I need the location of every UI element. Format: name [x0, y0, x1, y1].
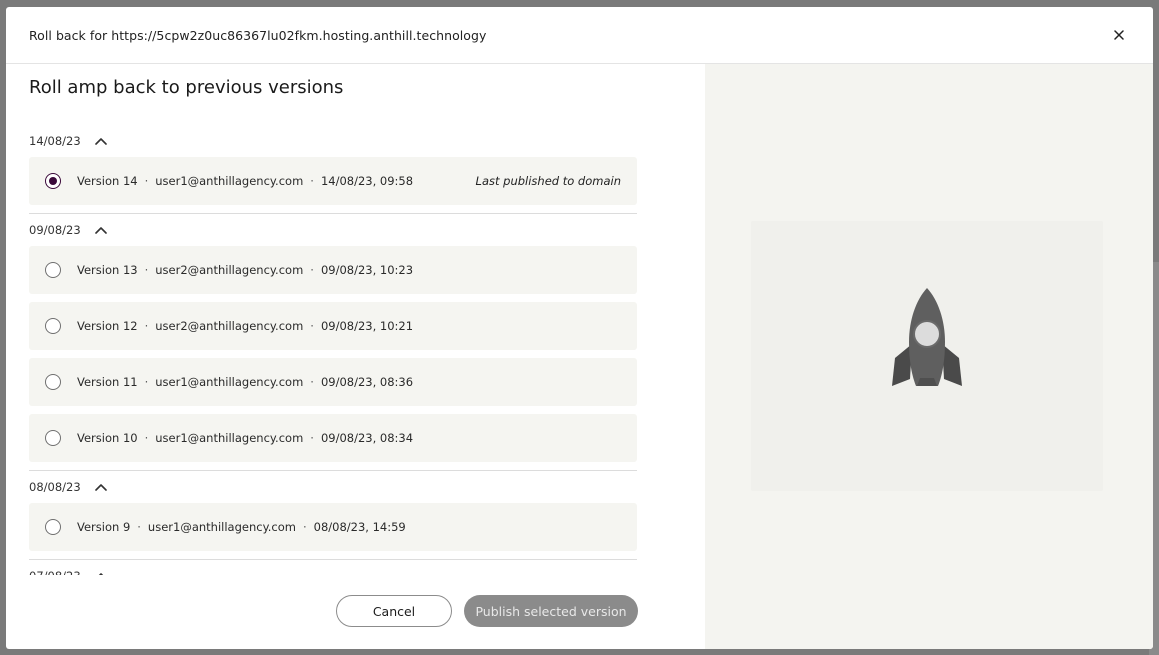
version-radio[interactable] [45, 374, 61, 390]
version-user: user1@anthillagency.com [147, 520, 296, 534]
status-badge: Last published to domain [475, 174, 621, 188]
version-label: Version 12 [77, 319, 138, 333]
version-row[interactable]: Version 12 · user2@anthillagency.com · 09/08… [29, 302, 637, 350]
version-row[interactable]: Version 9 · user1@anthillagency.com · 08/08/… [29, 503, 637, 551]
version-user: user2@anthillagency.com [155, 319, 304, 333]
separator-dot: · [137, 520, 141, 534]
version-timestamp: 14/08/23, 09:58 [320, 174, 414, 188]
close-icon[interactable] [1109, 25, 1129, 45]
date-group-label: 07/08/23 [29, 569, 81, 575]
modal-actions: Cancel Publish selected version [336, 595, 638, 627]
separator-dot: · [310, 174, 314, 188]
separator-dot: · [302, 520, 307, 534]
separator-dot: · [144, 174, 149, 188]
version-user: user1@anthillagency.com [155, 431, 304, 445]
modal-body: Roll amp back to previous versions 14/08… [6, 64, 1153, 649]
chevron-up-icon[interactable] [94, 223, 108, 237]
version-user: user1@anthillagency.com [155, 375, 304, 389]
rollback-modal: Roll back for https://5cpw2z0uc86367lu02… [6, 7, 1153, 649]
date-group-label: 14/08/23 [29, 134, 81, 148]
chevron-up-icon[interactable] [94, 134, 108, 148]
version-timestamp: 09/08/23, 10:23 [320, 263, 414, 277]
version-timestamp: 08/08/23, 14:59 [313, 520, 406, 534]
version-timestamp: 09/08/23, 10:21 [320, 319, 414, 333]
version-label: Version 14 [77, 174, 138, 188]
chevron-up-icon[interactable] [94, 569, 108, 575]
version-radio[interactable] [45, 318, 61, 334]
date-group-header[interactable]: 09/08/23 [29, 214, 637, 246]
version-row[interactable]: Version 13 · user2@anthillagency.com · 09/08… [29, 246, 637, 294]
version-user: user2@anthillagency.com [155, 263, 304, 277]
version-radio[interactable] [45, 173, 61, 189]
version-list[interactable]: 14/08/23 Version 14 · user1@anthillagency.c… [29, 125, 637, 575]
separator-dot: · [144, 375, 149, 389]
version-user: user1@anthillagency.com [155, 174, 304, 188]
version-row[interactable]: Version 14 · user1@anthillagency.com · 14/08… [29, 157, 637, 205]
date-group-header[interactable]: 07/08/23 [29, 560, 637, 575]
publish-selected-version-button[interactable]: Publish selected version [464, 595, 638, 627]
preview-panel [705, 64, 1153, 649]
rocket-icon [892, 288, 962, 386]
date-group-label: 08/08/23 [29, 480, 81, 494]
separator-dot: · [310, 375, 314, 389]
date-group-header[interactable]: 14/08/23 [29, 125, 637, 157]
separator-dot: · [310, 431, 314, 445]
separator-dot: · [144, 263, 149, 277]
separator-dot: · [144, 319, 149, 333]
version-row[interactable]: Version 11 · user1@anthillagency.com · 09/08… [29, 358, 637, 406]
version-label: Version 13 [77, 263, 138, 277]
version-radio[interactable] [45, 262, 61, 278]
version-row[interactable]: Version 10 · user1@anthillagency.com · 09/08… [29, 414, 637, 462]
version-panel: Roll amp back to previous versions 14/08… [6, 64, 705, 649]
chevron-up-icon[interactable] [94, 480, 108, 494]
separator-dot: · [310, 319, 314, 333]
page-title: Roll amp back to previous versions [29, 77, 344, 98]
separator-dot: · [310, 263, 314, 277]
version-label: Version 11 [77, 375, 138, 389]
version-timestamp: 09/08/23, 08:36 [320, 375, 414, 389]
separator-dot: · [144, 431, 149, 445]
modal-header: Roll back for https://5cpw2z0uc86367lu02… [6, 7, 1153, 64]
date-group-header[interactable]: 08/08/23 [29, 471, 637, 503]
version-timestamp: 09/08/23, 08:34 [320, 431, 414, 445]
date-group-label: 09/08/23 [29, 223, 81, 237]
version-radio[interactable] [45, 519, 61, 535]
version-label: Version 9 [77, 520, 131, 534]
modal-title: Roll back for https://5cpw2z0uc86367lu02… [29, 27, 487, 43]
version-radio[interactable] [45, 430, 61, 446]
version-label: Version 10 [77, 431, 138, 445]
cancel-button[interactable]: Cancel [336, 595, 452, 627]
